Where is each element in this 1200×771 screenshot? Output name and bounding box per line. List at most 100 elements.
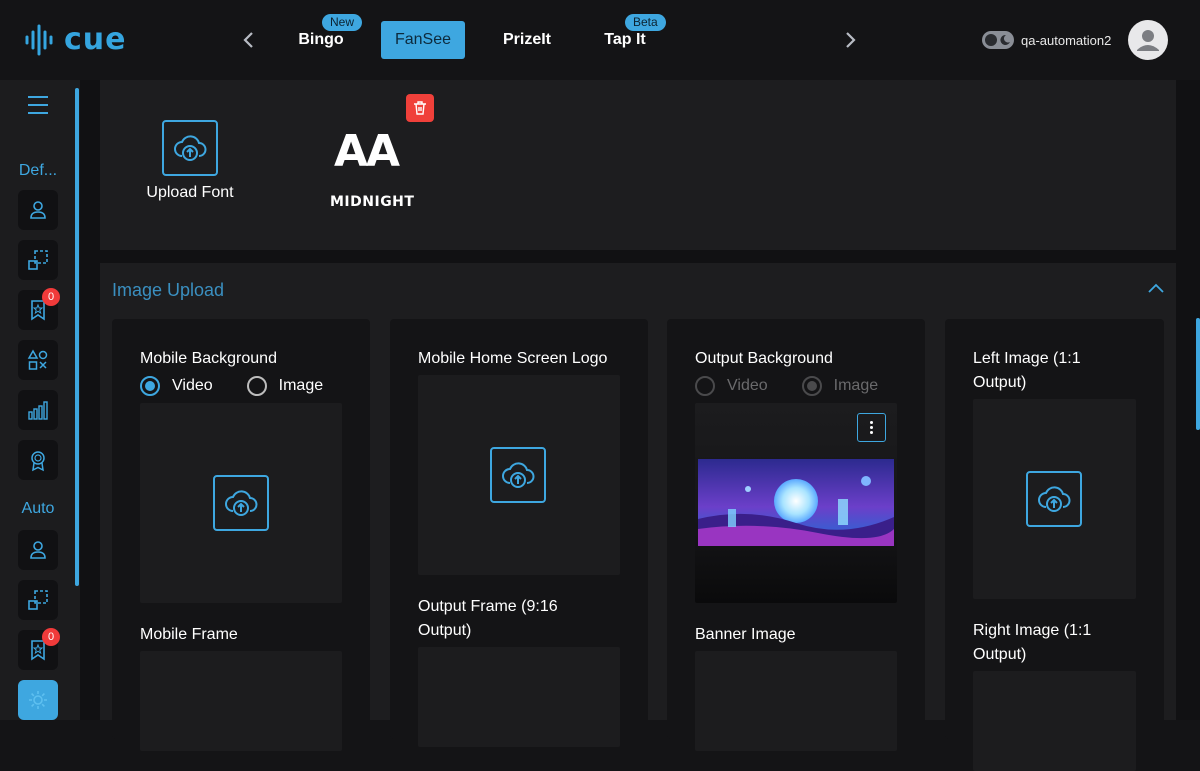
user-icon [1137, 30, 1159, 51]
tab-fansee[interactable]: FanSee [381, 21, 465, 59]
cloud-upload-icon [174, 135, 207, 161]
image-radio-label: Image [833, 377, 879, 394]
layout-icon [28, 590, 48, 610]
image-upload-section: Image Upload Mobile Background Video Ima… [100, 263, 1176, 771]
font-preview-glyph: AA [333, 126, 400, 177]
cloud-upload-icon [225, 490, 258, 516]
theme-toggle[interactable] [982, 31, 1014, 49]
card-title: Output Frame (9:16 Output) [418, 598, 558, 639]
card-output-background: Output Background Video Image Banner Ima… [667, 319, 925, 751]
more-options-button[interactable] [857, 413, 886, 442]
sidebar-item-profile[interactable] [18, 190, 58, 230]
upload-icon-box [490, 447, 546, 503]
count-badge: 0 [42, 288, 60, 306]
sidebar-item-layout-auto[interactable] [18, 580, 58, 620]
chevron-up-icon [1148, 283, 1164, 293]
collapse-section-button[interactable] [1146, 281, 1166, 297]
upload-font-label: Upload Font [146, 184, 234, 201]
upload-icon-box [213, 475, 269, 531]
video-radio-label: Video [727, 377, 768, 394]
tab-label: PrizeIt [502, 31, 551, 48]
tabs-next-button[interactable] [838, 28, 862, 52]
tabs-prev-button[interactable] [237, 28, 261, 52]
menu-icon[interactable] [28, 96, 48, 114]
image-radio-label: Image [278, 377, 324, 394]
sidebar: Def... 0 Auto 0 [0, 80, 80, 720]
gear-icon [29, 691, 47, 709]
font-sample-midnight[interactable]: AA MIDNIGHT [330, 126, 415, 211]
output-background-type-radio-group: Video Image [695, 376, 878, 396]
output-background-preview[interactable] [695, 403, 897, 603]
person-icon [30, 541, 46, 559]
sidebar-group-label: Auto [21, 500, 55, 517]
shapes-icon [27, 349, 48, 370]
card-title: Mobile Frame [140, 626, 238, 643]
card-title: Left Image (1:1 Output) [973, 350, 1081, 391]
video-radio[interactable] [140, 376, 160, 396]
card-title: Mobile Home Screen Logo [418, 350, 608, 367]
card-title: Right Image (1:1 Output) [973, 622, 1092, 663]
toggle-knob [985, 34, 997, 46]
upload-font-button[interactable]: Upload Font [144, 120, 236, 202]
output-frame-dropzone[interactable] [418, 647, 620, 747]
award-icon [31, 451, 45, 472]
waveform-icon [25, 24, 53, 56]
main-scrollbar[interactable] [1196, 318, 1200, 430]
card-title: Banner Image [695, 626, 796, 643]
right-image-dropzone[interactable] [973, 671, 1136, 771]
sidebar-item-rewards-auto[interactable]: 0 [18, 628, 60, 670]
background-type-radio-group: Video Image [140, 376, 323, 396]
person-icon [30, 201, 46, 219]
sidebar-item-profile-auto[interactable] [18, 530, 58, 570]
upload-icon-box [1026, 471, 1082, 527]
sidebar-item-rewards[interactable]: 0 [18, 288, 60, 330]
stage-background-thumbnail [698, 459, 894, 546]
font-panel: Upload Font AA MIDNIGHT [100, 80, 1176, 250]
layout-icon [28, 250, 48, 270]
tab-tapit[interactable]: Tap It Beta [592, 14, 666, 59]
cue-logo[interactable]: cue [24, 24, 127, 56]
tab-bingo[interactable]: Bingo New [286, 14, 363, 59]
sidebar-item-shapes[interactable] [18, 340, 58, 380]
bar-chart-icon [28, 401, 48, 420]
main-content: Upload Font AA MIDNIGHT Image Upload Mob… [80, 80, 1200, 771]
sidebar-item-layout[interactable] [18, 240, 58, 280]
video-radio[interactable] [695, 376, 715, 396]
moon-icon [1000, 34, 1010, 45]
sidebar-item-analytics[interactable] [18, 390, 58, 430]
card-left-image: Left Image (1:1 Output) Right Image (1:1… [945, 319, 1164, 771]
tab-prizeit[interactable]: PrizeIt [494, 21, 560, 59]
user-avatar[interactable] [1128, 20, 1168, 60]
card-mobile: Mobile Background Video Image Mobile Fra… [112, 319, 370, 751]
tab-label: FanSee [394, 31, 452, 48]
card-title: Output Background [695, 350, 833, 367]
beta-badge: Beta [625, 14, 666, 31]
count-badge: 0 [42, 628, 60, 646]
video-radio-label: Video [172, 377, 213, 394]
banner-image-dropzone[interactable] [695, 651, 897, 751]
mobile-frame-dropzone[interactable] [140, 651, 342, 751]
logo-text: cue [64, 22, 127, 57]
username: qa-automation2 [1021, 33, 1112, 48]
chevron-left-icon [243, 32, 253, 48]
left-image-dropzone[interactable] [973, 399, 1136, 599]
image-radio[interactable] [246, 376, 267, 396]
delete-font-button[interactable] [406, 94, 434, 122]
image-radio[interactable] [801, 376, 822, 396]
section-title: Image Upload [112, 280, 225, 300]
font-name: MIDNIGHT [330, 194, 415, 210]
cloud-upload-icon [1038, 486, 1071, 512]
trash-icon [414, 101, 426, 115]
tab-label: Bingo [298, 31, 344, 48]
card-title: Mobile Background [140, 350, 277, 367]
mobile-background-dropzone[interactable] [140, 403, 342, 603]
cloud-upload-icon [502, 462, 535, 488]
sidebar-item-settings-auto[interactable] [18, 680, 58, 720]
top-bar: cue Bingo New FanSee PrizeIt Tap It Beta… [0, 0, 1200, 80]
card-home-logo: Mobile Home Screen Logo Output Frame (9:… [390, 319, 648, 747]
home-logo-dropzone[interactable] [418, 375, 620, 575]
upload-icon-box [162, 120, 218, 176]
sidebar-item-awards[interactable] [18, 440, 58, 480]
sidebar-group-label: Def... [18, 162, 58, 179]
new-badge: New [322, 14, 363, 31]
